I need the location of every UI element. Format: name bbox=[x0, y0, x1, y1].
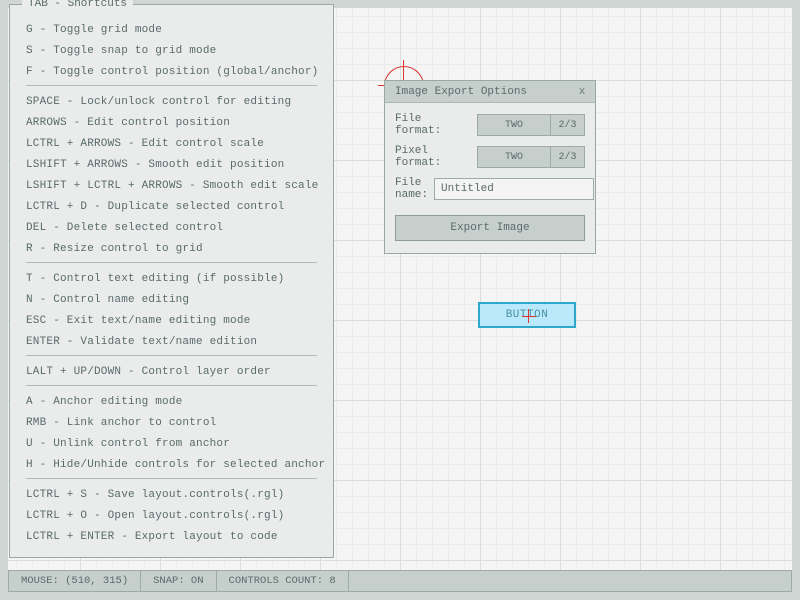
status-bar: MOUSE: (510, 315) SNAP: ON CONTROLS COUN… bbox=[8, 570, 792, 592]
shortcut-item: H - Hide/Unhide controls for selected an… bbox=[26, 454, 317, 475]
shortcut-item: A - Anchor editing mode bbox=[26, 391, 317, 412]
shortcut-item: ENTER - Validate text/name edition bbox=[26, 331, 317, 352]
file-format-value[interactable]: TWO bbox=[477, 114, 551, 136]
dialog-title: Image Export Options bbox=[395, 86, 527, 98]
shortcut-divider bbox=[26, 385, 317, 386]
shortcut-item: LSHIFT + LCTRL + ARROWS - Smooth edit sc… bbox=[26, 175, 317, 196]
close-icon[interactable]: x bbox=[575, 85, 589, 99]
shortcut-item: F - Toggle control position (global/anch… bbox=[26, 61, 317, 82]
shortcut-item: G - Toggle grid mode bbox=[26, 19, 317, 40]
shortcut-item: RMB - Link anchor to control bbox=[26, 412, 317, 433]
export-dialog: Image Export Options x File format: TWO … bbox=[384, 80, 596, 254]
status-snap: SNAP: ON bbox=[141, 571, 216, 591]
shortcut-item: LSHIFT + ARROWS - Smooth edit position bbox=[26, 154, 317, 175]
dialog-titlebar[interactable]: Image Export Options x bbox=[385, 81, 595, 103]
shortcut-divider bbox=[26, 355, 317, 356]
shortcuts-title: TAB - Shortcuts bbox=[22, 0, 133, 10]
export-image-button[interactable]: Export Image bbox=[395, 215, 585, 241]
pixel-format-combo[interactable]: TWO 2/3 bbox=[477, 146, 585, 168]
status-mouse: MOUSE: (510, 315) bbox=[9, 571, 141, 591]
status-spacer bbox=[349, 571, 791, 591]
file-format-label: File format: bbox=[395, 113, 471, 137]
shortcut-item: LCTRL + S - Save layout.controls(.rgl) bbox=[26, 484, 317, 505]
shortcut-item: N - Control name editing bbox=[26, 289, 317, 310]
pixel-format-value[interactable]: TWO bbox=[477, 146, 551, 168]
shortcut-divider bbox=[26, 478, 317, 479]
shortcut-item: R - Resize control to grid bbox=[26, 238, 317, 259]
shortcut-item: S - Toggle snap to grid mode bbox=[26, 40, 317, 61]
file-format-pager[interactable]: 2/3 bbox=[551, 114, 585, 136]
file-name-input[interactable] bbox=[434, 178, 594, 200]
shortcut-item: T - Control text editing (if possible) bbox=[26, 268, 317, 289]
file-name-label: File name: bbox=[395, 177, 428, 201]
shortcut-item: LALT + UP/DOWN - Control layer order bbox=[26, 361, 317, 382]
pixel-format-label: Pixel format: bbox=[395, 145, 471, 169]
shortcuts-panel: TAB - Shortcuts G - Toggle grid modeS - … bbox=[9, 4, 334, 558]
canvas-control-label: BUTTON bbox=[506, 309, 549, 321]
canvas-control-button[interactable]: BUTTON bbox=[478, 302, 576, 328]
shortcut-item: DEL - Delete selected control bbox=[26, 217, 317, 238]
shortcut-item: U - Unlink control from anchor bbox=[26, 433, 317, 454]
shortcut-item: LCTRL + ARROWS - Edit control scale bbox=[26, 133, 317, 154]
shortcut-item: LCTRL + D - Duplicate selected control bbox=[26, 196, 317, 217]
shortcut-item: ARROWS - Edit control position bbox=[26, 112, 317, 133]
file-format-combo[interactable]: TWO 2/3 bbox=[477, 114, 585, 136]
shortcut-divider bbox=[26, 262, 317, 263]
shortcut-item: SPACE - Lock/unlock control for editing bbox=[26, 91, 317, 112]
shortcut-item: LCTRL + O - Open layout.controls(.rgl) bbox=[26, 505, 317, 526]
shortcut-item: LCTRL + ENTER - Export layout to code bbox=[26, 526, 317, 547]
status-controls-count: CONTROLS COUNT: 8 bbox=[217, 571, 349, 591]
pixel-format-pager[interactable]: 2/3 bbox=[551, 146, 585, 168]
shortcuts-list: G - Toggle grid modeS - Toggle snap to g… bbox=[26, 19, 317, 547]
shortcut-divider bbox=[26, 85, 317, 86]
shortcut-item: ESC - Exit text/name editing mode bbox=[26, 310, 317, 331]
